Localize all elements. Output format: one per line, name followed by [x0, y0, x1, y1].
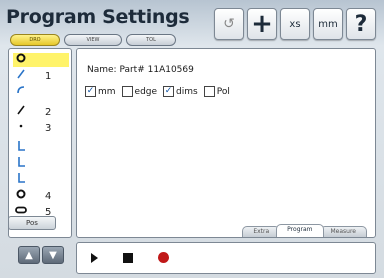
- angle-icon: [13, 140, 29, 156]
- angle-icon: [13, 156, 29, 172]
- feature-item[interactable]: 1: [13, 69, 69, 83]
- record-icon[interactable]: [158, 252, 169, 263]
- mode-button-view[interactable]: VIEW: [64, 34, 122, 46]
- xs-label: xs: [289, 18, 301, 30]
- help-button[interactable]: ?: [346, 8, 376, 40]
- feature-item[interactable]: 2: [13, 105, 69, 119]
- option-dims[interactable]: ✓ dims: [163, 86, 198, 97]
- circle-icon: [13, 189, 29, 203]
- feature-item[interactable]: [13, 141, 69, 155]
- mode-button-tol[interactable]: TOL: [126, 34, 176, 46]
- checkbox-mm[interactable]: ✓: [85, 86, 96, 97]
- up-arrow-icon: ▲: [25, 249, 33, 261]
- mm-label: mm: [318, 18, 338, 30]
- feature-item[interactable]: 4: [13, 189, 69, 203]
- program-settings-screen: Program Settings DRO VIEW TOL ↺ + xs mm …: [0, 0, 384, 278]
- mode-buttons: DRO VIEW TOL: [10, 34, 176, 46]
- play-icon[interactable]: [91, 253, 98, 263]
- checkbox-dims[interactable]: ✓: [163, 86, 175, 97]
- mode-button-dro[interactable]: DRO: [10, 34, 60, 46]
- mm-button[interactable]: mm: [313, 8, 343, 40]
- add-button[interactable]: +: [247, 8, 277, 40]
- scroll-up-button[interactable]: ▲: [18, 246, 40, 264]
- feature-item[interactable]: [13, 173, 69, 187]
- checkbox-pol[interactable]: [203, 86, 215, 97]
- arc-icon: [13, 85, 29, 99]
- tab-extra[interactable]: Extra: [242, 226, 281, 237]
- tab-program[interactable]: Program: [276, 224, 324, 237]
- option-mm[interactable]: ✓ mm: [85, 86, 116, 97]
- xs-button[interactable]: xs: [280, 8, 310, 40]
- option-pol[interactable]: Pol: [203, 86, 230, 97]
- angle-icon: [13, 172, 29, 188]
- scroll-down-button[interactable]: ▼: [42, 246, 64, 264]
- tab-measure[interactable]: Measure: [319, 226, 367, 237]
- line-icon: [13, 105, 29, 119]
- point-icon: [13, 121, 29, 135]
- help-icon: ?: [354, 11, 368, 37]
- undo-icon: ↺: [223, 16, 235, 32]
- program-options: ✓ mm edge ✓ dims Pol: [85, 86, 230, 97]
- circle-icon: [13, 53, 29, 67]
- stop-icon[interactable]: [123, 253, 133, 263]
- program-panel: Name: Part# 11A10569 ✓ mm edge ✓ dims Po…: [76, 48, 376, 238]
- panel-tabs: Extra Program Measure: [242, 224, 367, 237]
- undo-button[interactable]: ↺: [214, 8, 244, 40]
- feature-item[interactable]: 3: [13, 121, 69, 135]
- toolbar: ↺ + xs mm ?: [214, 8, 376, 40]
- page-title: Program Settings: [6, 6, 190, 28]
- feature-list[interactable]: 1 2 3 4 5: [8, 48, 72, 238]
- line-icon: [13, 69, 29, 83]
- down-arrow-icon: ▼: [49, 249, 57, 261]
- feature-item[interactable]: [13, 157, 69, 171]
- program-name: Name: Part# 11A10569: [87, 65, 194, 75]
- feature-item[interactable]: [13, 53, 69, 67]
- plus-icon: +: [251, 9, 273, 39]
- pos-button[interactable]: Pos: [8, 216, 56, 230]
- checkbox-edge[interactable]: [121, 86, 133, 97]
- option-edge[interactable]: edge: [121, 86, 157, 97]
- feature-item[interactable]: [13, 85, 69, 99]
- scroll-arrows: ▲ ▼: [18, 246, 64, 264]
- run-controls: [76, 242, 376, 274]
